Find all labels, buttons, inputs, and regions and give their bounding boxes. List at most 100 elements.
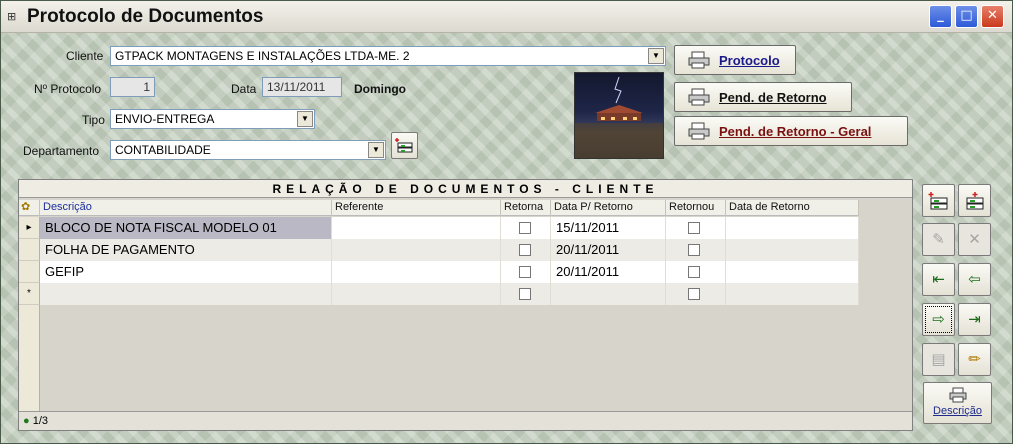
edit-record-button[interactable]: ✎ xyxy=(922,223,955,256)
protocolo-label: Nº Protocolo xyxy=(34,82,102,96)
weekday-label: Domingo xyxy=(354,82,406,96)
status-icon: ● xyxy=(23,415,30,427)
cell-data-retorno[interactable] xyxy=(726,239,859,261)
cell-data-p-retorno[interactable]: 15/11/2011 xyxy=(551,217,666,239)
cell-descricao[interactable]: BLOCO DE NOTA FISCAL MODELO 01 xyxy=(40,217,332,239)
cell-descricao[interactable] xyxy=(40,283,332,305)
cell-data-retorno[interactable] xyxy=(726,261,859,283)
new-row[interactable]: * xyxy=(19,283,859,305)
add-departamento-button[interactable] xyxy=(391,132,418,159)
next-record-button[interactable]: ⇨ xyxy=(922,303,955,336)
cell-descricao[interactable]: FOLHA DE PAGAMENTO xyxy=(40,239,332,261)
table-row[interactable]: FOLHA DE PAGAMENTO 20/11/2011 xyxy=(19,239,859,261)
printer-icon xyxy=(688,88,710,106)
cliente-combobox[interactable]: GTPACK MONTAGENS E INSTALAÇÕES LTDA-ME. … xyxy=(110,46,666,66)
row-indicator xyxy=(19,239,40,261)
grid-status-bar: ● 1/3 xyxy=(19,411,912,430)
chevron-down-icon[interactable]: ▼ xyxy=(648,48,664,64)
previous-record-button[interactable]: ⇦ xyxy=(958,263,991,296)
cell-retornou[interactable] xyxy=(666,283,726,305)
delete-icon: ✕ xyxy=(968,230,981,248)
cell-retorna[interactable] xyxy=(501,239,551,261)
cancel-edit-button[interactable]: ▤ xyxy=(922,343,955,376)
current-row-indicator: ▸ xyxy=(19,217,40,239)
column-referente[interactable]: Referente xyxy=(332,200,501,216)
column-data-p-retorno[interactable]: Data P/ Retorno xyxy=(551,200,666,216)
last-record-button[interactable]: ⇥ xyxy=(958,303,991,336)
departamento-combobox[interactable]: CONTABILIDADE ▼ xyxy=(110,140,386,160)
column-data-retorno[interactable]: Data de Retorno xyxy=(726,200,859,216)
row-indicator-column xyxy=(19,305,40,411)
client-photo xyxy=(574,72,664,159)
cell-retornou[interactable] xyxy=(666,261,726,283)
printer-icon xyxy=(688,122,710,140)
descricao-button[interactable]: Descrição xyxy=(923,382,992,424)
cell-data-p-retorno[interactable] xyxy=(551,283,666,305)
title-bar: ⊞ Protocolo de Documentos _ □ ✕ xyxy=(1,1,1012,33)
first-record-button[interactable]: ⇤ xyxy=(922,263,955,296)
column-retorna[interactable]: Retorna xyxy=(501,200,551,216)
table-row[interactable]: GEFIP 20/11/2011 xyxy=(19,261,859,283)
minimize-button[interactable]: _ xyxy=(929,5,952,28)
cell-data-p-retorno[interactable]: 20/11/2011 xyxy=(551,261,666,283)
cell-referente[interactable] xyxy=(332,239,501,261)
protocolo-button[interactable]: Protocolo xyxy=(674,45,796,75)
cell-data-retorno[interactable] xyxy=(726,217,859,239)
chevron-down-icon[interactable]: ▼ xyxy=(297,111,313,127)
retornou-checkbox[interactable] xyxy=(688,222,700,234)
retornou-checkbox[interactable] xyxy=(688,266,700,278)
main-window: ⊞ Protocolo de Documentos _ □ ✕ Cliente … xyxy=(0,0,1013,444)
cliente-label: Cliente xyxy=(66,49,104,63)
cell-referente[interactable] xyxy=(332,283,501,305)
cliente-value: GTPACK MONTAGENS E INSTALAÇÕES LTDA-ME. … xyxy=(115,49,410,63)
record-count: 1/3 xyxy=(32,415,49,427)
retorna-checkbox[interactable] xyxy=(519,266,531,278)
tipo-combobox[interactable]: ENVIO-ENTREGA ▼ xyxy=(110,109,315,129)
column-descricao[interactable]: Descrição xyxy=(40,200,332,216)
next-record-icon: ⇨ xyxy=(932,310,945,328)
previous-record-icon: ⇦ xyxy=(968,270,981,288)
delete-record-button[interactable]: ✕ xyxy=(958,223,991,256)
insert-record-button[interactable] xyxy=(958,184,991,217)
cell-retorna[interactable] xyxy=(501,283,551,305)
pend-retorno-geral-button[interactable]: Pend. de Retorno - Geral xyxy=(674,116,908,146)
pend-retorno-button[interactable]: Pend. de Retorno xyxy=(674,82,852,112)
maximize-button[interactable]: □ xyxy=(955,5,978,28)
night-building-image xyxy=(575,76,663,158)
cell-referente[interactable] xyxy=(332,217,501,239)
document-icon: ▤ xyxy=(931,350,946,368)
cell-data-p-retorno[interactable]: 20/11/2011 xyxy=(551,239,666,261)
cell-retorna[interactable] xyxy=(501,261,551,283)
printer-icon xyxy=(949,387,967,403)
confirm-edit-button[interactable]: ✏ xyxy=(958,343,991,376)
last-record-icon: ⇥ xyxy=(968,310,981,328)
cell-data-retorno[interactable] xyxy=(726,283,859,305)
first-record-icon: ⇤ xyxy=(932,270,945,288)
cell-retorna[interactable] xyxy=(501,217,551,239)
retorna-checkbox[interactable] xyxy=(519,288,531,300)
retornou-checkbox[interactable] xyxy=(688,288,700,300)
new-row-indicator: * xyxy=(19,283,40,305)
cell-retornou[interactable] xyxy=(666,239,726,261)
row-indicator xyxy=(19,261,40,283)
add-record-button[interactable] xyxy=(922,184,955,217)
retornou-checkbox[interactable] xyxy=(688,244,700,256)
data-field: 13/11/2011 xyxy=(262,77,342,97)
retorna-checkbox[interactable] xyxy=(519,222,531,234)
cell-referente[interactable] xyxy=(332,261,501,283)
cell-retornou[interactable] xyxy=(666,217,726,239)
tipo-value: ENVIO-ENTREGA xyxy=(115,112,215,126)
departamento-label: Departamento xyxy=(23,144,100,158)
column-retornou[interactable]: Retornou xyxy=(666,200,726,216)
add-record-icon xyxy=(394,138,412,153)
retorna-checkbox[interactable] xyxy=(519,244,531,256)
chevron-down-icon[interactable]: ▼ xyxy=(368,142,384,158)
protocolo-field: 1 xyxy=(110,77,155,97)
documents-grid: RELAÇÃO DE DOCUMENTOS - CLIENTE ✿ Descri… xyxy=(18,179,913,431)
settings-icon[interactable]: ✿ xyxy=(21,201,30,213)
close-button[interactable]: ✕ xyxy=(981,5,1004,28)
edit-icon: ✎ xyxy=(932,230,945,248)
app-icon[interactable]: ⊞ xyxy=(7,10,21,24)
table-row[interactable]: ▸ BLOCO DE NOTA FISCAL MODELO 01 15/11/2… xyxy=(19,217,859,239)
cell-descricao[interactable]: GEFIP xyxy=(40,261,332,283)
